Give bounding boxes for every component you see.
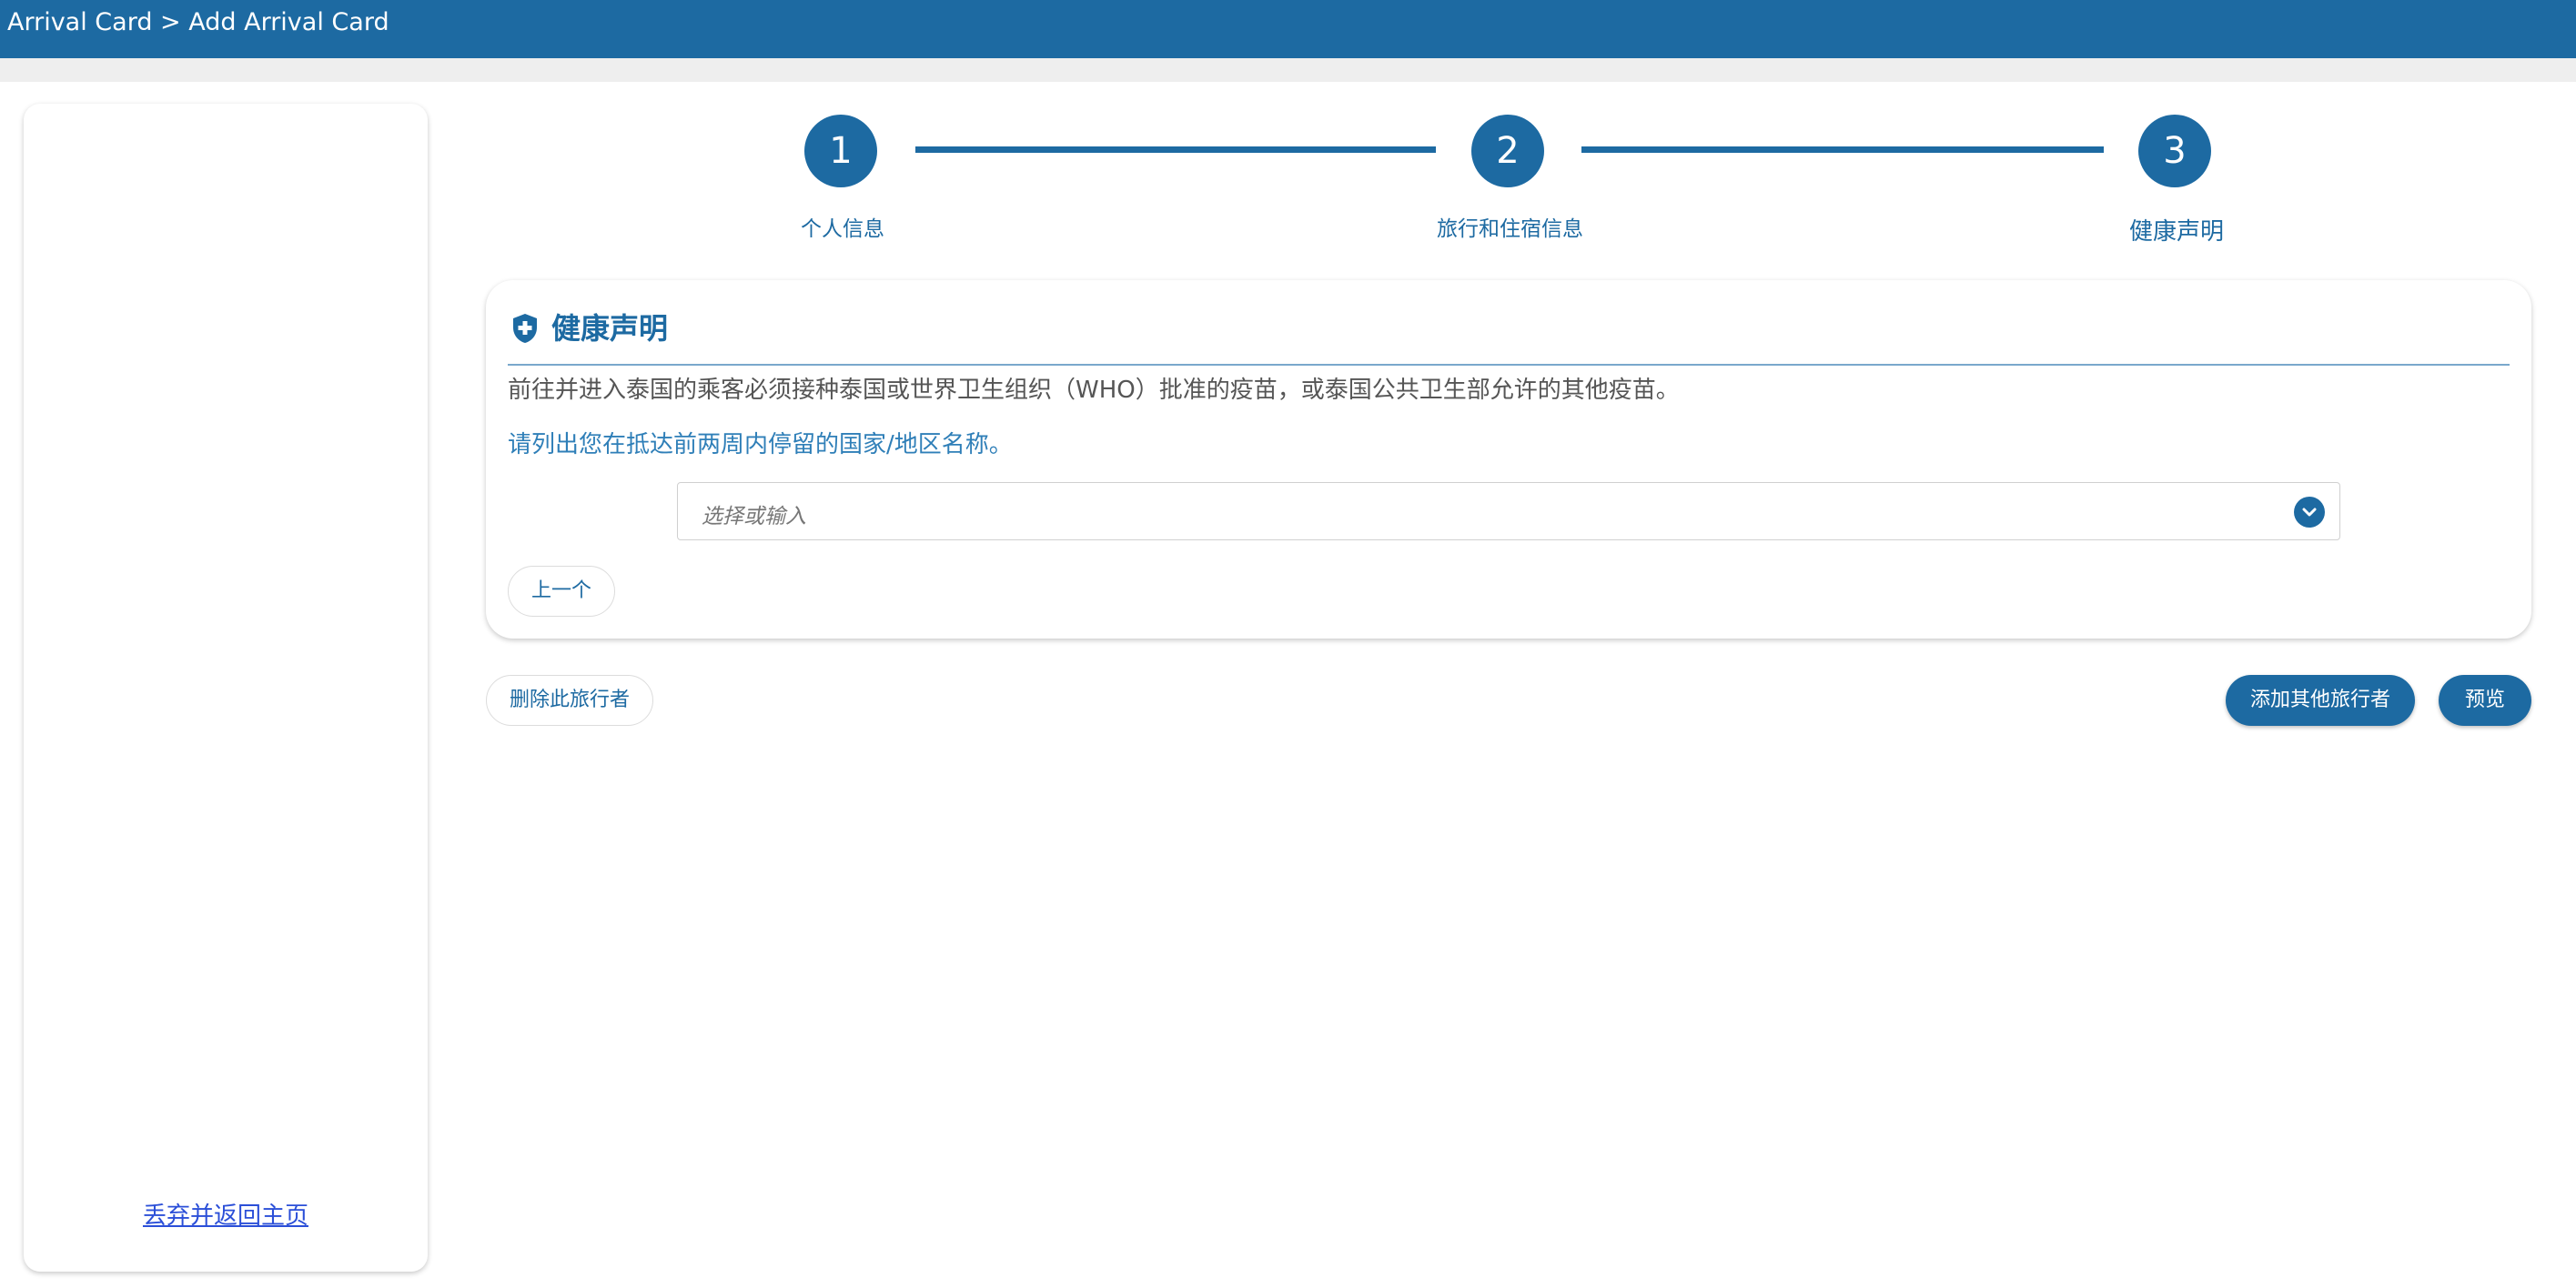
country-select[interactable]: 选择或输入: [677, 482, 2340, 540]
sidebar: 丢弃并返回主页: [24, 104, 428, 1272]
delete-traveler-button[interactable]: 删除此旅行者: [486, 675, 653, 726]
step-1-label: 个人信息: [801, 217, 884, 241]
top-app-bar: Arrival Card > Add Arrival Card: [0, 0, 2576, 58]
stepper-connector: [915, 146, 1436, 153]
add-traveler-button[interactable]: 添加其他旅行者: [2226, 675, 2415, 726]
vaccine-notice: 前往并进入泰国的乘客必须接种泰国或世界卫生组织（WHO）批准的疫苗，或泰国公共卫…: [508, 377, 1680, 404]
header-shadow-strip: [0, 58, 2576, 82]
shield-plus-icon: [513, 314, 537, 343]
card-title: 健康声明: [551, 311, 669, 346]
title-divider: [508, 364, 2510, 366]
health-declaration-card: 健康声明 前往并进入泰国的乘客必须接种泰国或世界卫生组织（WHO）批准的疫苗，或…: [486, 280, 2531, 639]
discard-return-home-link[interactable]: 丢弃并返回主页: [24, 1197, 428, 1231]
countries-question: 请列出您在抵达前两周内停留的国家/地区名称。: [508, 431, 1013, 458]
step-1-circle[interactable]: 1: [804, 115, 877, 187]
breadcrumb: Arrival Card > Add Arrival Card: [7, 8, 389, 36]
step-2-circle[interactable]: 2: [1471, 115, 1544, 187]
step-3-circle[interactable]: 3: [2138, 115, 2211, 187]
chevron-down-icon[interactable]: [2294, 497, 2325, 528]
step-3-label: 健康声明: [2129, 218, 2225, 246]
country-select-placeholder: 选择或输入: [702, 505, 806, 528]
preview-button[interactable]: 预览: [2439, 675, 2531, 726]
previous-button[interactable]: 上一个: [508, 566, 615, 617]
stepper-connector: [1581, 146, 2104, 153]
step-2-label: 旅行和住宿信息: [1437, 217, 1583, 241]
